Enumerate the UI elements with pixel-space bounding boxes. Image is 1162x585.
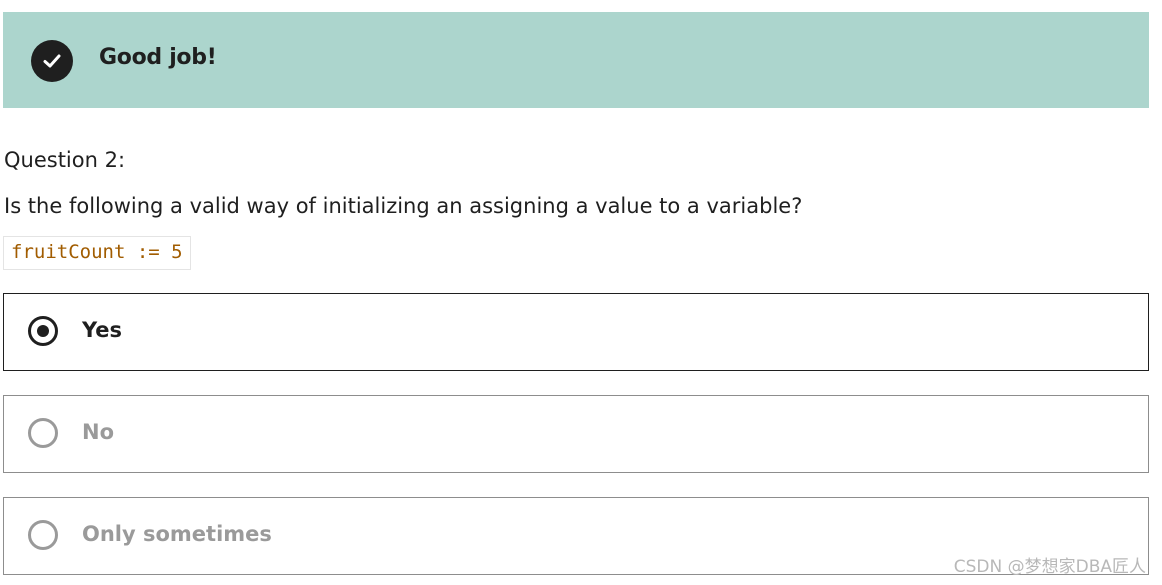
option-label: Yes — [82, 318, 123, 342]
question-number: Question 2: — [4, 148, 126, 172]
code-snippet: fruitCount := 5 — [3, 236, 191, 270]
radio-dot — [37, 325, 49, 337]
feedback-message: Good job! — [99, 45, 217, 70]
check-icon — [31, 40, 73, 82]
option-label: No — [82, 420, 115, 444]
watermark: CSDN @梦想家DBA匠人 — [953, 557, 1146, 577]
radio-unselected-icon[interactable] — [28, 520, 58, 550]
option-yes[interactable]: Yes — [3, 293, 1149, 371]
radio-unselected-icon[interactable] — [28, 418, 58, 448]
question-prompt: Is the following a valid way of initiali… — [4, 194, 803, 218]
radio-selected-icon[interactable] — [28, 316, 58, 346]
option-no[interactable]: No — [3, 395, 1149, 473]
feedback-banner: Good job! — [3, 12, 1149, 108]
option-label: Only sometimes — [82, 522, 272, 546]
